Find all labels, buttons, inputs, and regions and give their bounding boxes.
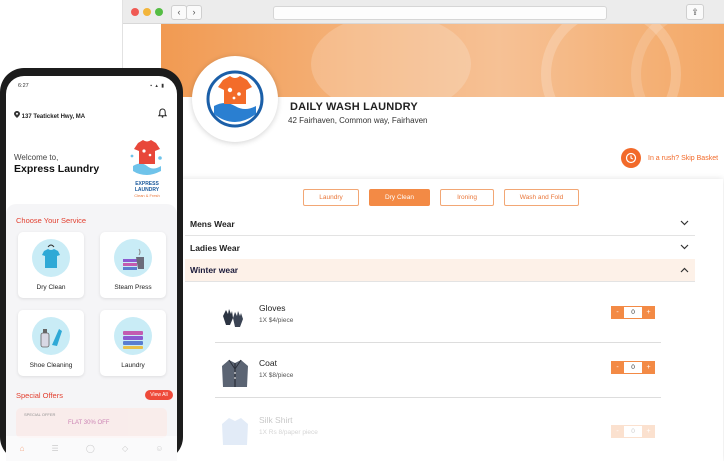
tshirt-logo-icon xyxy=(130,140,162,175)
tab-wash-and-fold[interactable]: Wash and Fold xyxy=(504,189,579,206)
service-shoe-cleaning[interactable]: Shoe Cleaning xyxy=(18,310,84,376)
service-tabs: Laundry Dry Clean Ironing Wash and Fold xyxy=(303,189,589,206)
offer-text: FLAT 30% OFF xyxy=(68,420,110,426)
list-item: Silk Shirt 1X Rs 8/paper piece - 0 + xyxy=(215,413,661,459)
special-offers-title: Special Offers xyxy=(16,391,63,400)
item-name: Coat xyxy=(259,358,277,368)
minimize-window-button[interactable] xyxy=(143,8,151,16)
category-ladies-wear[interactable]: Ladies Wear xyxy=(185,236,695,260)
logo-tagline: Clean & Fresh xyxy=(134,193,160,198)
laundry-icon xyxy=(114,317,152,355)
service-label: Steam Press xyxy=(114,284,152,291)
map-pin-icon xyxy=(14,111,22,120)
service-label: Laundry xyxy=(121,362,145,369)
store-logo xyxy=(192,56,278,142)
app-brand-title: Express Laundry xyxy=(14,163,100,175)
service-section: Choose Your Service Dry Clean Steam Pres… xyxy=(6,204,177,461)
status-time: 6:27 xyxy=(18,83,29,89)
orders-icon[interactable]: ☰ xyxy=(52,444,59,453)
service-label: Shoe Cleaning xyxy=(29,362,73,369)
tshirt-logo-icon xyxy=(206,70,264,128)
bell-icon[interactable] xyxy=(157,108,168,120)
section-title: Choose Your Service xyxy=(16,216,87,225)
service-dry-clean[interactable]: Dry Clean xyxy=(18,232,84,298)
forward-button[interactable]: › xyxy=(186,5,202,20)
quantity-stepper: - 0 + xyxy=(611,306,655,319)
service-steam-press[interactable]: Steam Press xyxy=(100,232,166,298)
service-laundry[interactable]: Laundry xyxy=(100,310,166,376)
dry-clean-icon xyxy=(32,239,70,277)
clock-icon xyxy=(621,148,641,168)
shoe-cleaning-icon xyxy=(32,317,70,355)
washing-machine-door-shape xyxy=(631,24,724,97)
item-price: 1X $8/piece xyxy=(259,372,294,379)
coat-icon xyxy=(219,357,251,391)
quantity-stepper: - 0 + xyxy=(611,361,655,374)
increment-button[interactable]: + xyxy=(642,361,655,374)
quantity-value[interactable]: 0 xyxy=(624,361,642,374)
category-label: Ladies Wear xyxy=(190,242,240,253)
decrement-button[interactable]: - xyxy=(611,361,624,374)
tab-dry-clean[interactable]: Dry Clean xyxy=(369,189,430,206)
increment-button[interactable]: + xyxy=(642,425,655,438)
service-label: Dry Clean xyxy=(36,284,66,291)
gloves-icon xyxy=(219,304,247,332)
phone-screen: 6:27 ▪ ▴ ▮ 137 Teaticket Hwy, MA Welcome… xyxy=(6,76,177,461)
profile-icon[interactable]: ☺ xyxy=(155,444,163,453)
phone-frame: 6:27 ▪ ▴ ▮ 137 Teaticket Hwy, MA Welcome… xyxy=(0,68,183,461)
skip-basket-text: In a rush? Skip Basket xyxy=(648,154,719,162)
increment-button[interactable]: + xyxy=(642,306,655,319)
service-panel: Laundry Dry Clean Ironing Wash and Fold … xyxy=(177,179,723,461)
address-bar[interactable] xyxy=(273,6,607,20)
offer-card[interactable]: SPECIAL OFFER FLAT 30% OFF xyxy=(16,408,167,438)
shirt-icon xyxy=(219,415,251,449)
app-logo: EXPRESS LAUNDRY Clean & Fresh xyxy=(124,138,170,198)
offer-label: SPECIAL OFFER xyxy=(24,412,56,417)
decrement-button[interactable]: - xyxy=(611,425,624,438)
view-all-button[interactable]: View All xyxy=(145,390,173,400)
tab-laundry[interactable]: Laundry xyxy=(303,189,359,206)
banner-decoration xyxy=(311,24,471,97)
browser-toolbar: ‹ › ⇪ xyxy=(123,0,724,24)
quantity-value[interactable]: 0 xyxy=(624,306,642,319)
item-name: Silk Shirt xyxy=(259,415,293,425)
share-button[interactable]: ⇪ xyxy=(686,4,704,20)
steam-press-icon xyxy=(114,239,152,277)
list-item: Gloves 1X $4/piece - 0 + xyxy=(215,296,661,343)
category-winter-wear[interactable]: Winter wear xyxy=(185,259,695,282)
item-price: 1X $4/piece xyxy=(259,317,294,324)
chevron-up-icon xyxy=(680,266,689,275)
basket-icon[interactable]: ◯ xyxy=(86,444,95,453)
quantity-stepper: - 0 + xyxy=(611,425,655,438)
category-label: Mens Wear xyxy=(190,218,235,229)
skip-basket-link[interactable]: In a rush? Skip Basket xyxy=(621,148,718,168)
close-window-button[interactable] xyxy=(131,8,139,16)
maximize-window-button[interactable] xyxy=(155,8,163,16)
logo-caption: EXPRESS LAUNDRY xyxy=(134,181,160,193)
browser-window: ‹ › ⇪ DAILY WASH LAUNDRY 42 Fairhaven, C… xyxy=(122,0,724,461)
home-icon[interactable]: ⌂ xyxy=(20,444,25,453)
item-price: 1X Rs 8/paper piece xyxy=(259,429,318,436)
store-address: 42 Fairhaven, Common way, Fairhaven xyxy=(288,116,428,125)
bottom-navigation: ⌂ ☰ ◯ ◇ ☺ xyxy=(6,436,177,461)
list-item: Coat 1X $8/piece - 0 + xyxy=(215,351,661,398)
decrement-button[interactable]: - xyxy=(611,306,624,319)
store-title: DAILY WASH LAUNDRY xyxy=(290,101,418,113)
chevron-down-icon xyxy=(680,243,689,252)
category-mens-wear[interactable]: Mens Wear xyxy=(185,212,695,236)
location-selector[interactable]: 137 Teaticket Hwy, MA xyxy=(14,111,85,120)
chevron-down-icon xyxy=(680,219,689,228)
back-button[interactable]: ‹ xyxy=(171,5,187,20)
offers-icon[interactable]: ◇ xyxy=(122,444,128,453)
tab-ironing[interactable]: Ironing xyxy=(440,189,494,206)
item-name: Gloves xyxy=(259,303,286,313)
category-label: Winter wear xyxy=(190,265,239,275)
quantity-value[interactable]: 0 xyxy=(624,425,642,438)
location-text: 137 Teaticket Hwy, MA xyxy=(21,114,86,120)
welcome-text: Welcome to, xyxy=(14,153,59,162)
status-icons: ▪ ▴ ▮ xyxy=(150,83,165,89)
